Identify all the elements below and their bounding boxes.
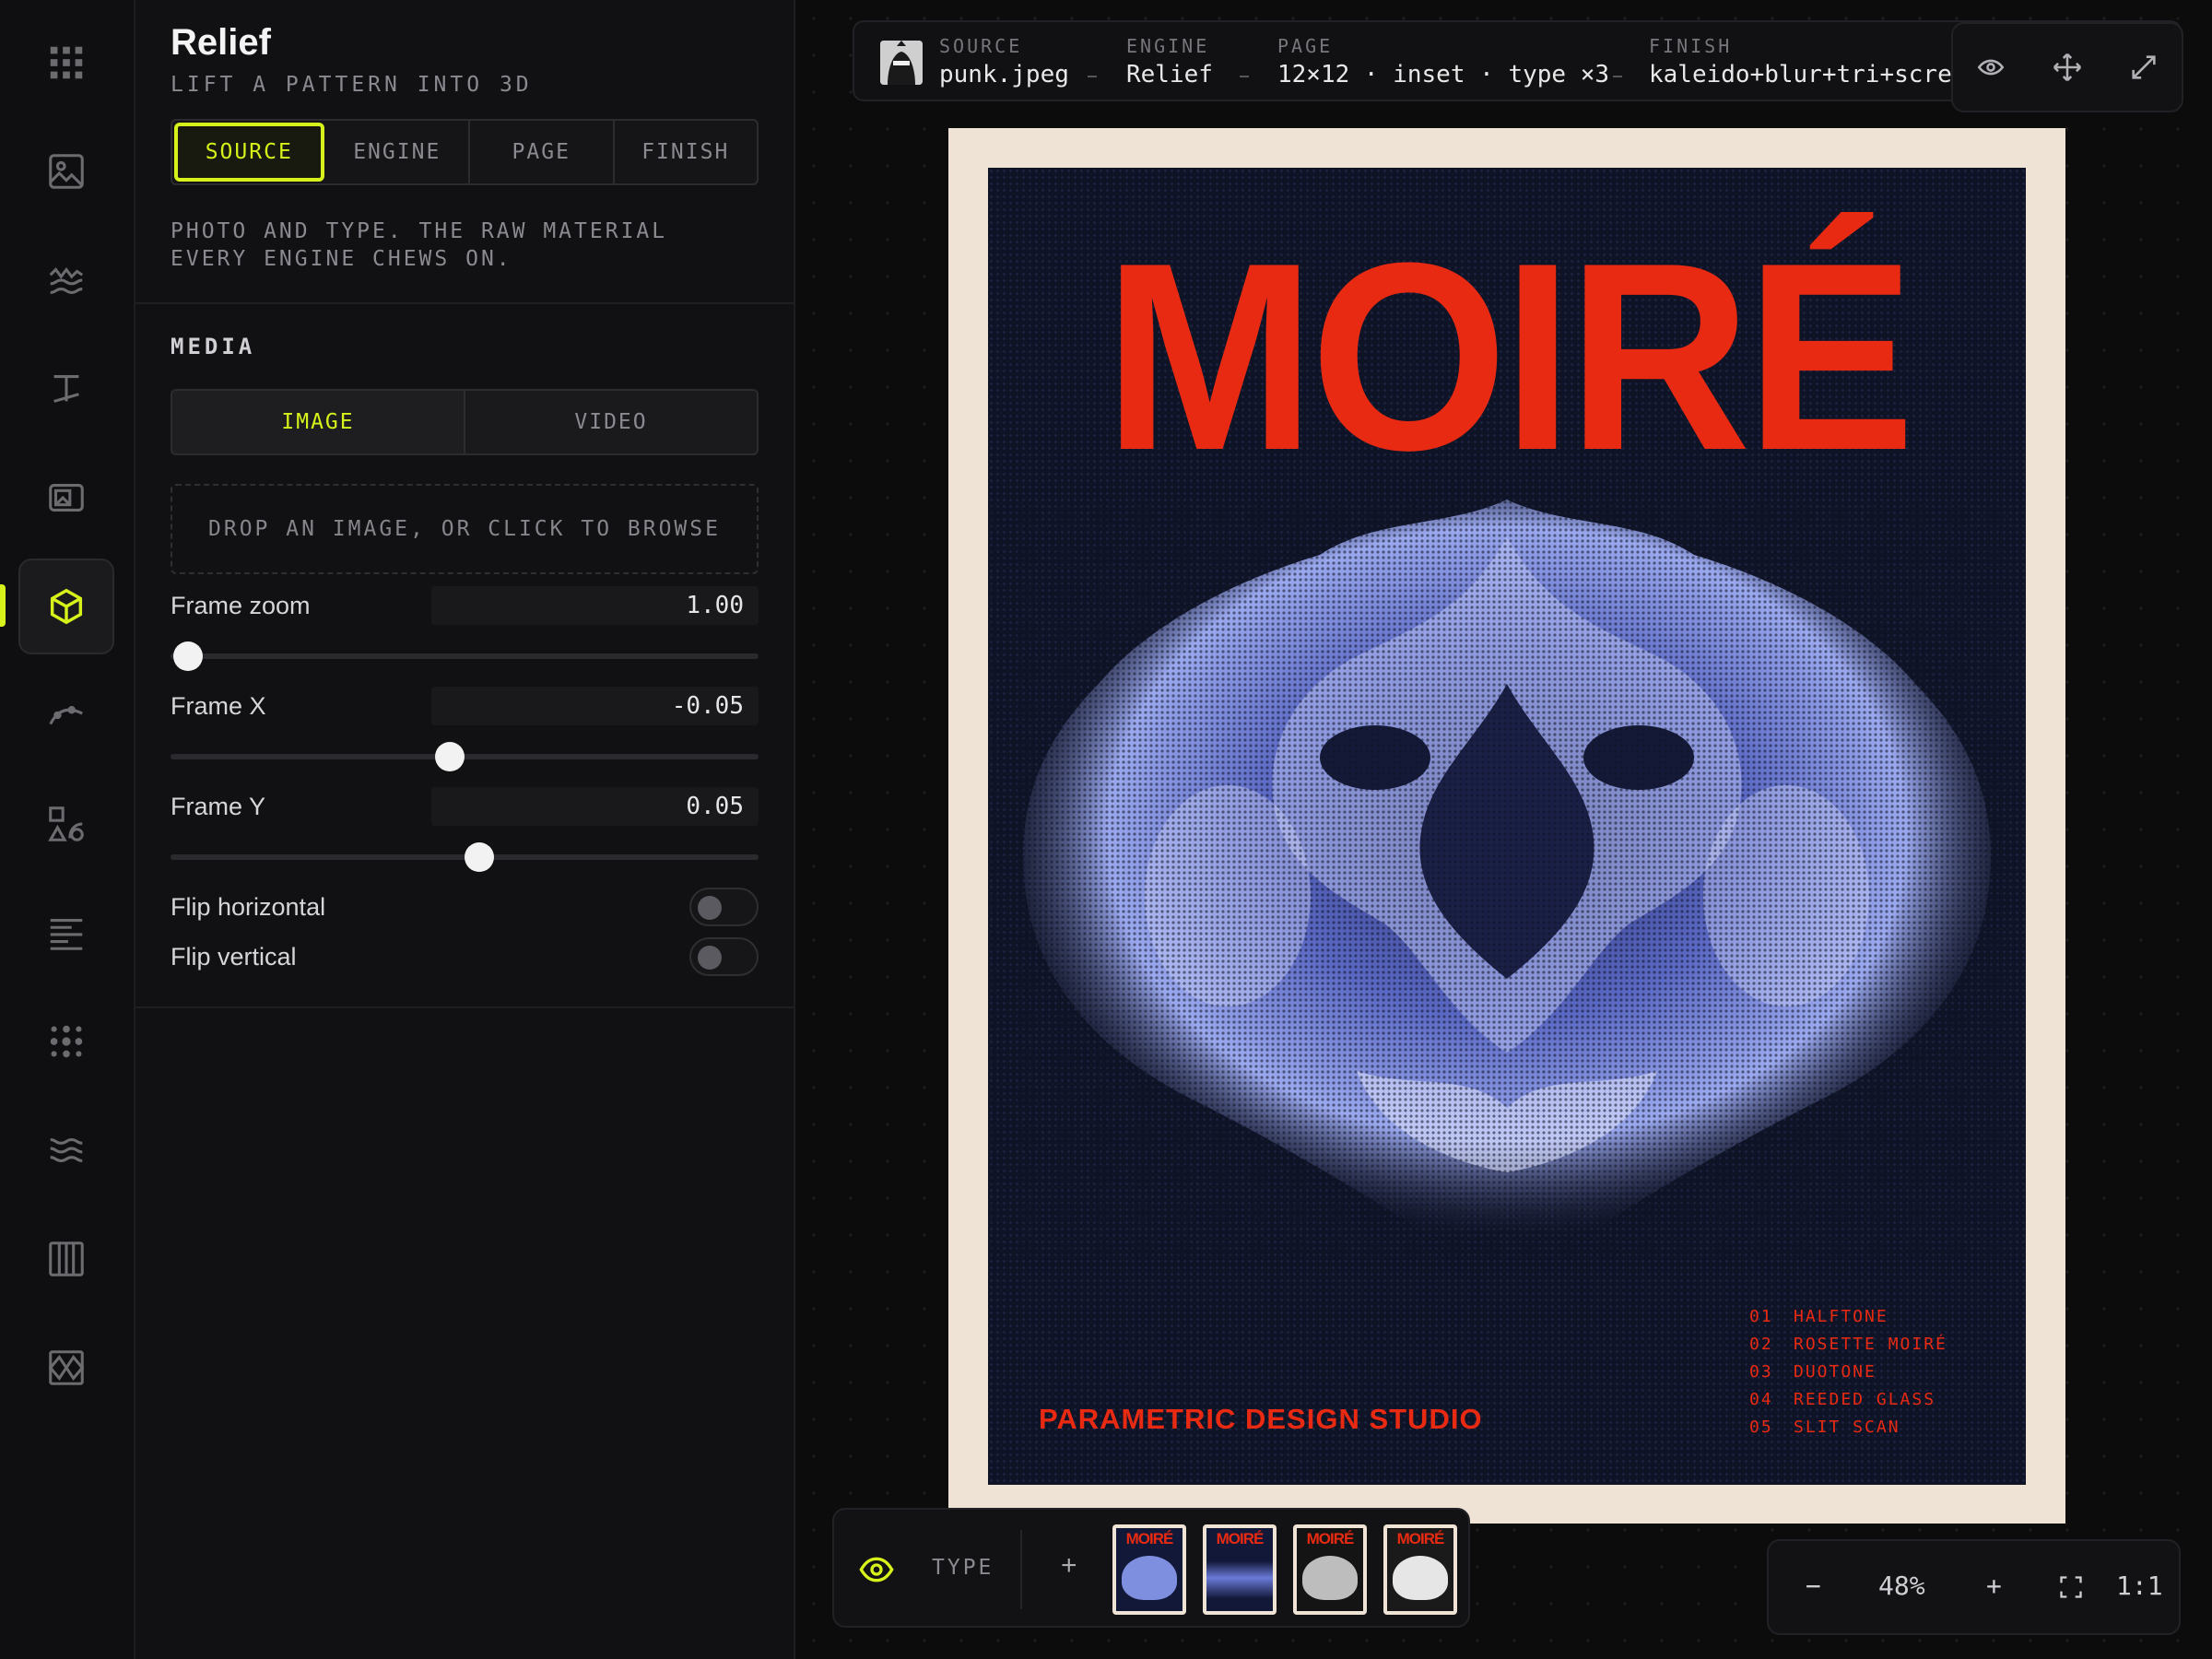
tab-page[interactable]: PAGE — [470, 121, 615, 183]
mesh-icon[interactable] — [18, 1320, 114, 1416]
crumb-page[interactable]: PAGE 12×12 · inset · type ×3 — [1277, 35, 1609, 88]
toggle-knob — [698, 896, 722, 920]
type-toggle-label[interactable]: TYPE — [932, 1556, 994, 1580]
crumb-separator — [1088, 76, 1097, 77]
lines-icon[interactable] — [18, 885, 114, 981]
frame-y-input[interactable]: 0.05 — [431, 787, 759, 826]
add-variant-button[interactable]: + — [1061, 1550, 1077, 1582]
poster-preview[interactable]: MOIRÉ PARAMETRIC DESIGN STUDIO 01 HALFTO… — [948, 128, 2065, 1524]
crumb-engine-key: ENGINE — [1126, 35, 1210, 57]
tab-source[interactable]: SOURCE — [174, 123, 324, 182]
video-segment-button[interactable]: VIDEO — [465, 391, 757, 453]
waves-icon[interactable] — [18, 232, 114, 328]
crumb-page-value: 12×12 · inset · type ×3 — [1277, 61, 1610, 88]
poster-studio-name: PARAMETRIC DESIGN STUDIO — [1039, 1403, 1483, 1435]
panel-title: Relief — [171, 22, 271, 63]
variant-thumbnail[interactable]: MOIRÉ — [1112, 1524, 1186, 1615]
grid-icon[interactable] — [18, 15, 114, 111]
media-section-title: MEDIA — [171, 334, 256, 359]
crumb-separator — [1613, 76, 1622, 77]
media-type-toggle: IMAGE VIDEO — [171, 389, 759, 455]
shapes-icon[interactable] — [18, 776, 114, 872]
toggle-knob — [698, 946, 722, 970]
kaleidoscope-relief-image — [988, 500, 2026, 1255]
crumb-source-key: SOURCE — [939, 35, 1023, 57]
photo-frame-icon[interactable] — [18, 450, 114, 546]
frame-y-label: Frame Y — [171, 793, 266, 820]
cube-icon[interactable] — [18, 559, 114, 654]
flip-vertical-toggle[interactable] — [689, 937, 759, 976]
frame-x-slider[interactable] — [171, 742, 759, 771]
variant-thumbnail[interactable]: MOIRÉ — [1203, 1524, 1277, 1615]
crumb-finish-key: FINISH — [1649, 35, 1733, 57]
crumb-finish[interactable]: FINISH kaleido+blur+tri+screen — [1649, 35, 1981, 88]
list-item: 01 HALFTONE — [1749, 1307, 1888, 1326]
list-item: 04 REEDED GLASS — [1749, 1390, 1936, 1409]
visibility-eye-icon[interactable] — [858, 1551, 895, 1588]
list-item: 02 ROSETTE MOIRÉ — [1749, 1335, 1947, 1354]
variant-thumbnail[interactable]: MOIRÉ — [1293, 1524, 1367, 1615]
image-segment-button[interactable]: IMAGE — [172, 391, 465, 453]
frame-x-slider-handle[interactable] — [435, 742, 465, 771]
list-item: 05 SLIT SCAN — [1749, 1418, 1900, 1437]
divider — [135, 302, 795, 304]
frame-zoom-label: Frame zoom — [171, 592, 311, 619]
crumb-source[interactable]: SOURCE punk.jpeg — [939, 35, 1069, 88]
crumb-source-value: punk.jpeg — [939, 61, 1069, 88]
zoom-out-button[interactable]: − — [1806, 1571, 1821, 1601]
image-drop-zone[interactable]: DROP AN IMAGE, OR CLICK TO BROWSE — [171, 484, 759, 574]
active-rail-marker — [0, 584, 6, 627]
flip-horizontal-toggle[interactable] — [689, 888, 759, 926]
panel-description: PHOTO AND TYPE. THE RAW MATERIAL EVERY E… — [171, 219, 668, 271]
poster-title: MOIRÉ — [1103, 207, 1915, 506]
icon-rail — [0, 0, 135, 1659]
flip-vertical-label: Flip vertical — [171, 943, 297, 971]
frame-zoom-input[interactable]: 1.00 — [431, 586, 759, 625]
frame-y-slider-handle[interactable] — [464, 842, 494, 872]
ripple-icon[interactable] — [18, 1102, 114, 1198]
curve-icon[interactable] — [18, 667, 114, 763]
zoom-in-button[interactable]: + — [1986, 1571, 2002, 1601]
crumb-finish-value: kaleido+blur+tri+screen — [1649, 61, 1982, 88]
settings-panel: Relief LIFT A PATTERN INTO 3D SOURCE ENG… — [135, 0, 795, 1659]
dots-icon[interactable] — [18, 994, 114, 1089]
frame-y-slider[interactable] — [171, 842, 759, 872]
divider — [1020, 1530, 1022, 1609]
view-tools — [1951, 22, 2183, 112]
frame-zoom-slider[interactable] — [171, 641, 759, 671]
source-thumbnail — [880, 41, 923, 85]
frame-x-label: Frame X — [171, 692, 266, 720]
zoom-controls: − 48% + 1:1 — [1767, 1539, 2181, 1635]
image-icon[interactable] — [18, 124, 114, 219]
flip-horizontal-label: Flip horizontal — [171, 893, 326, 921]
move-icon[interactable] — [2045, 45, 2089, 89]
divider — [135, 1006, 795, 1008]
type-icon[interactable] — [18, 341, 114, 437]
frame-zoom-slider-handle[interactable] — [173, 641, 204, 671]
crumb-engine[interactable]: ENGINE Relief — [1126, 35, 1213, 88]
variants-bar: TYPE + MOIRÉ MOIRÉ MOIRÉ MOIRÉ — [832, 1508, 1470, 1628]
poster-artwork: MOIRÉ PARAMETRIC DESIGN STUDIO 01 HALFTO… — [988, 168, 2026, 1485]
expand-icon[interactable] — [2122, 45, 2166, 89]
crumb-separator — [1240, 76, 1249, 77]
panel-subtitle: LIFT A PATTERN INTO 3D — [171, 73, 533, 97]
variant-thumbnail[interactable]: MOIRÉ — [1383, 1524, 1457, 1615]
actual-size-button[interactable]: 1:1 — [2116, 1571, 2163, 1601]
poster-technique-list: 01 HALFTONE 02 ROSETTE MOIRÉ 03 DUOTONE 04 R… — [1749, 1303, 1947, 1441]
tab-engine[interactable]: ENGINE — [326, 121, 470, 183]
columns-icon[interactable] — [18, 1211, 114, 1307]
panel-tabs: SOURCE ENGINE PAGE FINISH — [171, 119, 759, 185]
crumb-page-key: PAGE — [1277, 35, 1334, 57]
eye-orbit-icon[interactable] — [1969, 45, 2013, 89]
frame-x-input[interactable]: -0.05 — [431, 687, 759, 725]
fit-icon[interactable] — [2058, 1574, 2084, 1600]
crumb-engine-value: Relief — [1126, 61, 1213, 88]
list-item: 03 DUOTONE — [1749, 1362, 1877, 1382]
tab-finish[interactable]: FINISH — [615, 121, 758, 183]
zoom-level: 48% — [1878, 1571, 1925, 1601]
